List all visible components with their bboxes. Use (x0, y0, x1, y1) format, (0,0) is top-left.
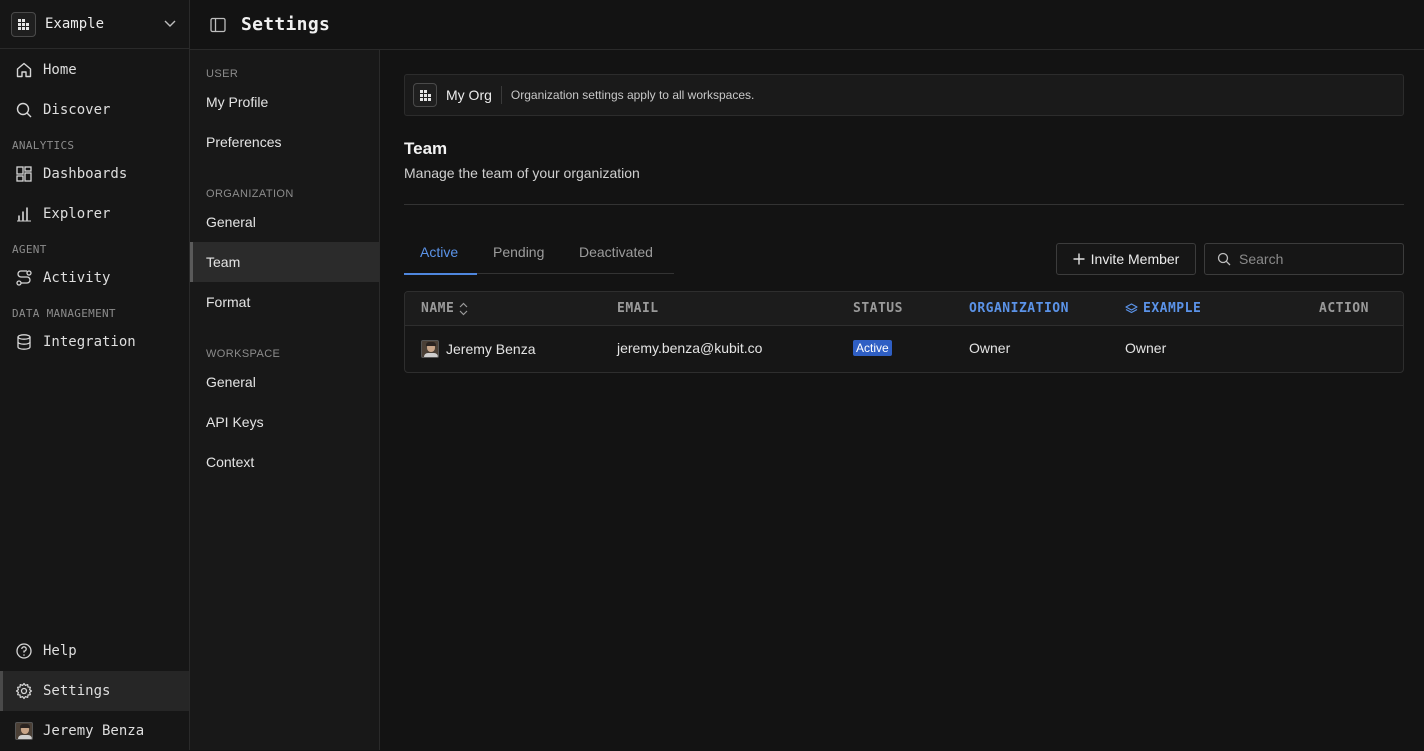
layers-icon (1125, 302, 1138, 315)
member-workspace-role: Owner (1125, 340, 1167, 356)
member-avatar (421, 340, 439, 358)
column-workspace: EXAMPLE (1125, 301, 1201, 316)
sidebar-item-explorer[interactable]: Explorer (2, 194, 189, 234)
route-icon (15, 269, 33, 287)
help-icon (15, 642, 33, 660)
sidebar-help-label: Help (43, 643, 77, 659)
sidebar-item-label: Dashboards (43, 166, 128, 182)
sidebar-item-dashboards[interactable]: Dashboards (2, 154, 189, 194)
section-title: Team (404, 139, 448, 158)
settings-item-api-keys[interactable]: API Keys (190, 402, 379, 442)
column-name[interactable]: NAME (421, 301, 468, 316)
settings-nav: USER My Profile Preferences ORGANIZATION… (190, 50, 380, 750)
sidebar-item-label: Explorer (43, 206, 111, 222)
dashboard-icon (15, 165, 33, 183)
column-status: STATUS (853, 301, 903, 316)
settings-section-organization: ORGANIZATION (206, 188, 294, 200)
sidebar-item-label: Home (43, 62, 77, 78)
tab-active[interactable]: Active (404, 240, 477, 275)
workspace-switcher[interactable]: Example (0, 0, 189, 49)
divider (404, 204, 1404, 205)
home-icon (15, 61, 33, 79)
sidebar-item-label: Activity (43, 270, 111, 286)
search-field[interactable] (1204, 243, 1404, 275)
column-email: EMAIL (617, 301, 659, 316)
sidebar-section-data-management: DATA MANAGEMENT (12, 307, 116, 320)
app-sidebar: Example Home Discover ANALYTICS Dashboar… (0, 0, 190, 750)
settings-item-context[interactable]: Context (190, 442, 379, 482)
search-icon (15, 101, 33, 119)
bar-chart-icon (15, 205, 33, 223)
sidebar-item-activity[interactable]: Activity (2, 258, 189, 298)
main-content: My Org Organization settings apply to al… (380, 50, 1424, 750)
settings-item-my-profile[interactable]: My Profile (190, 82, 379, 122)
member-name: Jeremy Benza (446, 341, 536, 357)
section-subtitle: Manage the team of your organization (404, 165, 640, 181)
column-organization: ORGANIZATION (969, 301, 1069, 316)
page-header: Settings (190, 0, 1424, 50)
search-input[interactable] (1239, 251, 1389, 267)
settings-item-format[interactable]: Format (190, 282, 379, 322)
sidebar-section-agent: AGENT (12, 243, 47, 256)
tab-pending[interactable]: Pending (493, 240, 544, 274)
divider (500, 86, 502, 104)
sidebar-item-integration[interactable]: Integration (2, 322, 189, 362)
sidebar-item-home[interactable]: Home (2, 50, 189, 90)
sidebar-item-label: Discover (43, 102, 111, 118)
settings-item-workspace-general[interactable]: General (190, 362, 379, 402)
gear-icon (15, 682, 33, 700)
sidebar-settings-label: Settings (43, 683, 111, 699)
settings-item-team[interactable]: Team (190, 242, 379, 282)
sidebar-item-discover[interactable]: Discover (2, 90, 189, 130)
members-table: NAME EMAIL STATUS ORGANIZATION EXAMPLE A… (404, 291, 1404, 373)
member-status: Active (853, 340, 892, 356)
org-banner: My Org Organization settings apply to al… (404, 74, 1404, 116)
user-avatar (15, 722, 33, 740)
sort-icon[interactable] (459, 302, 468, 316)
table-header: NAME EMAIL STATUS ORGANIZATION EXAMPLE A… (405, 292, 1403, 326)
status-badge: Active (853, 340, 892, 356)
plus-icon (1073, 253, 1085, 265)
column-action: ACTION (1319, 301, 1369, 316)
page-title: Settings (241, 14, 331, 35)
invite-member-button[interactable]: Invite Member (1056, 243, 1196, 275)
workspace-logo (11, 11, 36, 37)
sidebar-item-help[interactable]: Help (2, 631, 189, 671)
org-name: My Org (446, 87, 492, 103)
org-note: Organization settings apply to all works… (510, 88, 755, 102)
sidebar-user-menu[interactable]: Jeremy Benza (2, 711, 189, 751)
tab-deactivated[interactable]: Deactivated (579, 240, 653, 274)
settings-item-org-general[interactable]: General (190, 202, 379, 242)
chevron-down-icon (164, 17, 176, 31)
sidebar-section-analytics: ANALYTICS (12, 139, 75, 152)
member-name-cell: Jeremy Benza (421, 340, 535, 358)
member-tabs: Active Pending Deactivated (404, 240, 674, 275)
sidebar-user-name: Jeremy Benza (43, 723, 145, 739)
settings-section-user: USER (206, 68, 239, 80)
settings-section-workspace: WORKSPACE (206, 348, 281, 360)
column-workspace-label: EXAMPLE (1143, 301, 1202, 316)
database-icon (15, 333, 33, 351)
member-email: jeremy.benza@kubit.co (617, 340, 763, 356)
sidebar-toggle-icon[interactable] (209, 16, 227, 34)
sidebar-item-settings[interactable]: Settings (0, 671, 189, 711)
column-name-label: NAME (421, 301, 455, 316)
member-org-role: Owner (969, 340, 1011, 356)
sidebar-item-label: Integration (43, 334, 136, 350)
invite-member-label: Invite Member (1090, 251, 1180, 267)
workspace-name: Example (45, 16, 105, 32)
settings-item-preferences[interactable]: Preferences (190, 122, 379, 162)
org-logo (413, 83, 437, 107)
search-icon (1217, 252, 1231, 266)
